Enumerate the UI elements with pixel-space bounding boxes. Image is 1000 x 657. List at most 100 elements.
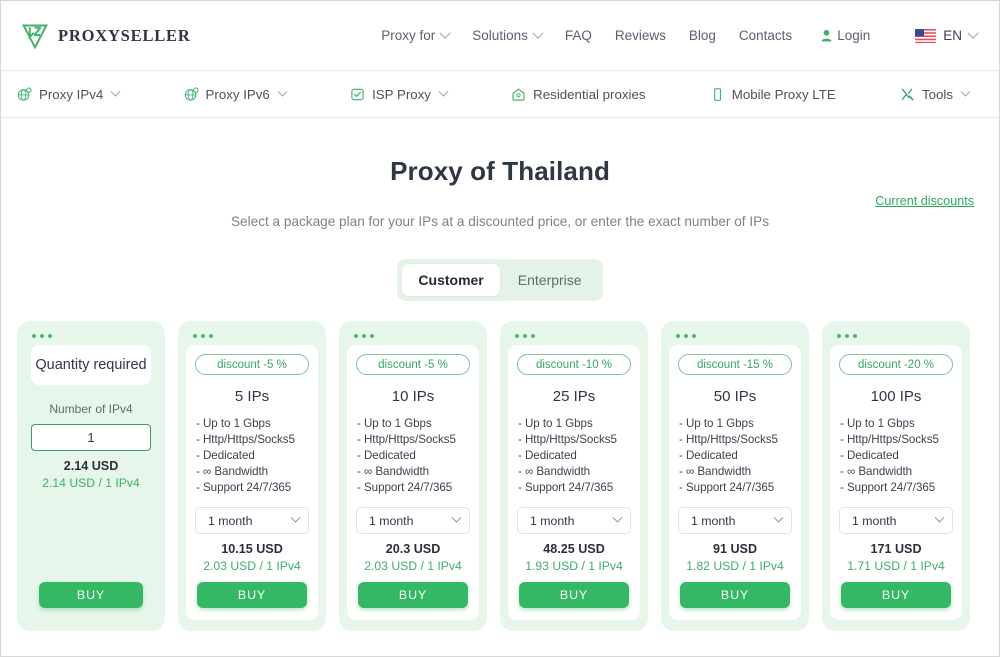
chevron-down-icon bbox=[451, 512, 462, 523]
feature-item: - Up to 1 Gbps bbox=[196, 417, 271, 430]
feature-item: - Up to 1 Gbps bbox=[357, 417, 432, 430]
card-price: 2.14 USD bbox=[63, 459, 119, 473]
period-select[interactable]: 1 month bbox=[678, 507, 792, 534]
chevron-down-icon bbox=[967, 27, 979, 39]
feature-item: - Dedicated bbox=[196, 449, 255, 462]
buy-button[interactable]: BUY bbox=[841, 582, 951, 608]
subnav-label: ISP Proxy bbox=[372, 86, 431, 102]
nav-item-blog[interactable]: Blog bbox=[689, 28, 716, 43]
subnav-item-isp-proxy[interactable]: ISP Proxy bbox=[350, 86, 449, 102]
card-title: 25 IPs bbox=[552, 388, 596, 405]
flag-us-icon bbox=[915, 28, 937, 43]
feature-item: - Http/Https/Socks5 bbox=[840, 433, 939, 446]
tab-enterprise[interactable]: Enterprise bbox=[502, 264, 598, 296]
period-select[interactable]: 1 month bbox=[517, 507, 631, 534]
nav-label: Proxy for bbox=[381, 28, 436, 43]
buy-button[interactable]: BUY bbox=[39, 582, 143, 608]
page-root: PROXYSELLER Proxy for Solutions FAQ Revi… bbox=[0, 0, 1000, 657]
home-icon bbox=[511, 87, 526, 102]
buy-button[interactable]: BUY bbox=[519, 582, 629, 608]
nav-item-reviews[interactable]: Reviews bbox=[615, 28, 666, 43]
period-value: 1 month bbox=[208, 513, 253, 528]
nav-item-contacts[interactable]: Contacts bbox=[739, 28, 792, 43]
chevron-down-icon bbox=[532, 27, 544, 39]
card-dots-icon bbox=[830, 330, 962, 345]
card-features: - Up to 1 Gbps - Http/Https/Socks5 - Ded… bbox=[839, 417, 953, 494]
feature-item: - Http/Https/Socks5 bbox=[679, 433, 778, 446]
feature-item: - Support 24/7/365 bbox=[518, 481, 614, 494]
period-value: 1 month bbox=[530, 513, 575, 528]
site-header: PROXYSELLER Proxy for Solutions FAQ Revi… bbox=[1, 1, 999, 70]
card-price: 20.3 USD bbox=[385, 542, 441, 556]
chevron-down-icon bbox=[934, 512, 945, 523]
subnav-item-mobile-proxy-lte[interactable]: Mobile Proxy LTE bbox=[710, 87, 836, 102]
tab-customer[interactable]: Customer bbox=[402, 264, 500, 296]
nav-item-solutions[interactable]: Solutions bbox=[472, 27, 544, 43]
nav-item-faq[interactable]: FAQ bbox=[565, 28, 592, 43]
card-price-unit: 2.14 USD / 1 IPv4 bbox=[42, 476, 140, 490]
period-select[interactable]: 1 month bbox=[839, 507, 953, 534]
discount-badge: discount -5 % bbox=[356, 354, 470, 375]
pricing-card-quantity: Quantity required Number of IPv4 2.14 US… bbox=[17, 321, 165, 631]
page-subtitle: Select a package plan for your IPs at a … bbox=[230, 214, 769, 229]
card-dots-icon bbox=[186, 330, 318, 345]
audience-toggle-wrap: Customer Enterprise bbox=[1, 259, 999, 301]
buy-button[interactable]: BUY bbox=[358, 582, 468, 608]
card-title: 50 IPs bbox=[713, 388, 757, 405]
nav-label: Contacts bbox=[738, 28, 793, 43]
hero-section: Proxy of Thailand Select a package plan … bbox=[1, 118, 999, 229]
feature-item: - ∞ Bandwidth bbox=[518, 465, 591, 478]
card-features: - Up to 1 Gbps - Http/Https/Socks5 - Ded… bbox=[678, 417, 792, 494]
card-price-unit: 1.82 USD / 1 IPv4 bbox=[686, 559, 784, 573]
card-title: Quantity required bbox=[31, 345, 151, 385]
subnav-label: Proxy IPv4 bbox=[39, 86, 104, 102]
subnav-item-proxy-ipv4[interactable]: Proxy IPv4 bbox=[17, 86, 121, 102]
period-select[interactable]: 1 month bbox=[195, 507, 309, 534]
globe-icon bbox=[17, 86, 32, 102]
feature-item: - Dedicated bbox=[518, 449, 577, 462]
card-dots-icon bbox=[347, 330, 479, 345]
chevron-down-icon bbox=[290, 512, 301, 523]
discount-badge: discount -15 % bbox=[678, 354, 792, 375]
current-discounts-link[interactable]: Current discounts bbox=[875, 194, 974, 208]
mobile-icon bbox=[710, 87, 725, 102]
subnav-item-proxy-ipv6[interactable]: Proxy IPv6 bbox=[184, 86, 288, 102]
card-price-unit: 1.93 USD / 1 IPv4 bbox=[525, 559, 623, 573]
feature-item: - Support 24/7/365 bbox=[679, 481, 775, 494]
nav-item-proxy-for[interactable]: Proxy for bbox=[381, 27, 451, 43]
feature-item: - Dedicated bbox=[840, 449, 899, 462]
card-price: 10.15 USD bbox=[221, 542, 283, 556]
card-dots-icon bbox=[25, 330, 157, 345]
subnav-label: Residential proxies bbox=[533, 86, 646, 102]
chevron-down-icon bbox=[960, 86, 971, 97]
period-value: 1 month bbox=[691, 513, 736, 528]
pricing-card-100-ips: discount -20 % 100 IPs - Up to 1 Gbps - … bbox=[822, 321, 970, 631]
period-select[interactable]: 1 month bbox=[356, 507, 470, 534]
nav-label: Blog bbox=[688, 28, 716, 43]
pricing-cards: Quantity required Number of IPv4 2.14 US… bbox=[1, 301, 999, 631]
language-label: EN bbox=[943, 28, 962, 43]
page-title: Proxy of Thailand bbox=[390, 156, 610, 186]
feature-item: - Http/Https/Socks5 bbox=[357, 433, 456, 446]
logo-text: PROXYSELLER bbox=[58, 25, 191, 45]
audience-toggle: Customer Enterprise bbox=[397, 259, 603, 301]
login-button[interactable]: Login bbox=[821, 28, 870, 43]
logo[interactable]: PROXYSELLER bbox=[21, 22, 191, 50]
chevron-down-icon bbox=[438, 86, 449, 97]
card-price-unit: 2.03 USD / 1 IPv4 bbox=[203, 559, 301, 573]
chevron-down-icon bbox=[277, 86, 288, 97]
feature-item: - Dedicated bbox=[357, 449, 416, 462]
subnav-item-residential-proxies[interactable]: Residential proxies bbox=[511, 86, 646, 102]
card-title: 100 IPs bbox=[870, 388, 922, 405]
card-dots-icon bbox=[508, 330, 640, 345]
buy-button[interactable]: BUY bbox=[680, 582, 790, 608]
feature-item: - Up to 1 Gbps bbox=[518, 417, 593, 430]
feature-item: - Up to 1 Gbps bbox=[679, 417, 754, 430]
subnav-item-tools[interactable]: Tools bbox=[900, 86, 971, 102]
buy-button[interactable]: BUY bbox=[197, 582, 307, 608]
card-price-unit: 1.71 USD / 1 IPv4 bbox=[847, 559, 945, 573]
nav-label: FAQ bbox=[564, 28, 592, 43]
quantity-input[interactable] bbox=[31, 424, 151, 451]
language-selector[interactable]: EN bbox=[915, 27, 979, 43]
card-price: 171 USD bbox=[870, 542, 922, 556]
